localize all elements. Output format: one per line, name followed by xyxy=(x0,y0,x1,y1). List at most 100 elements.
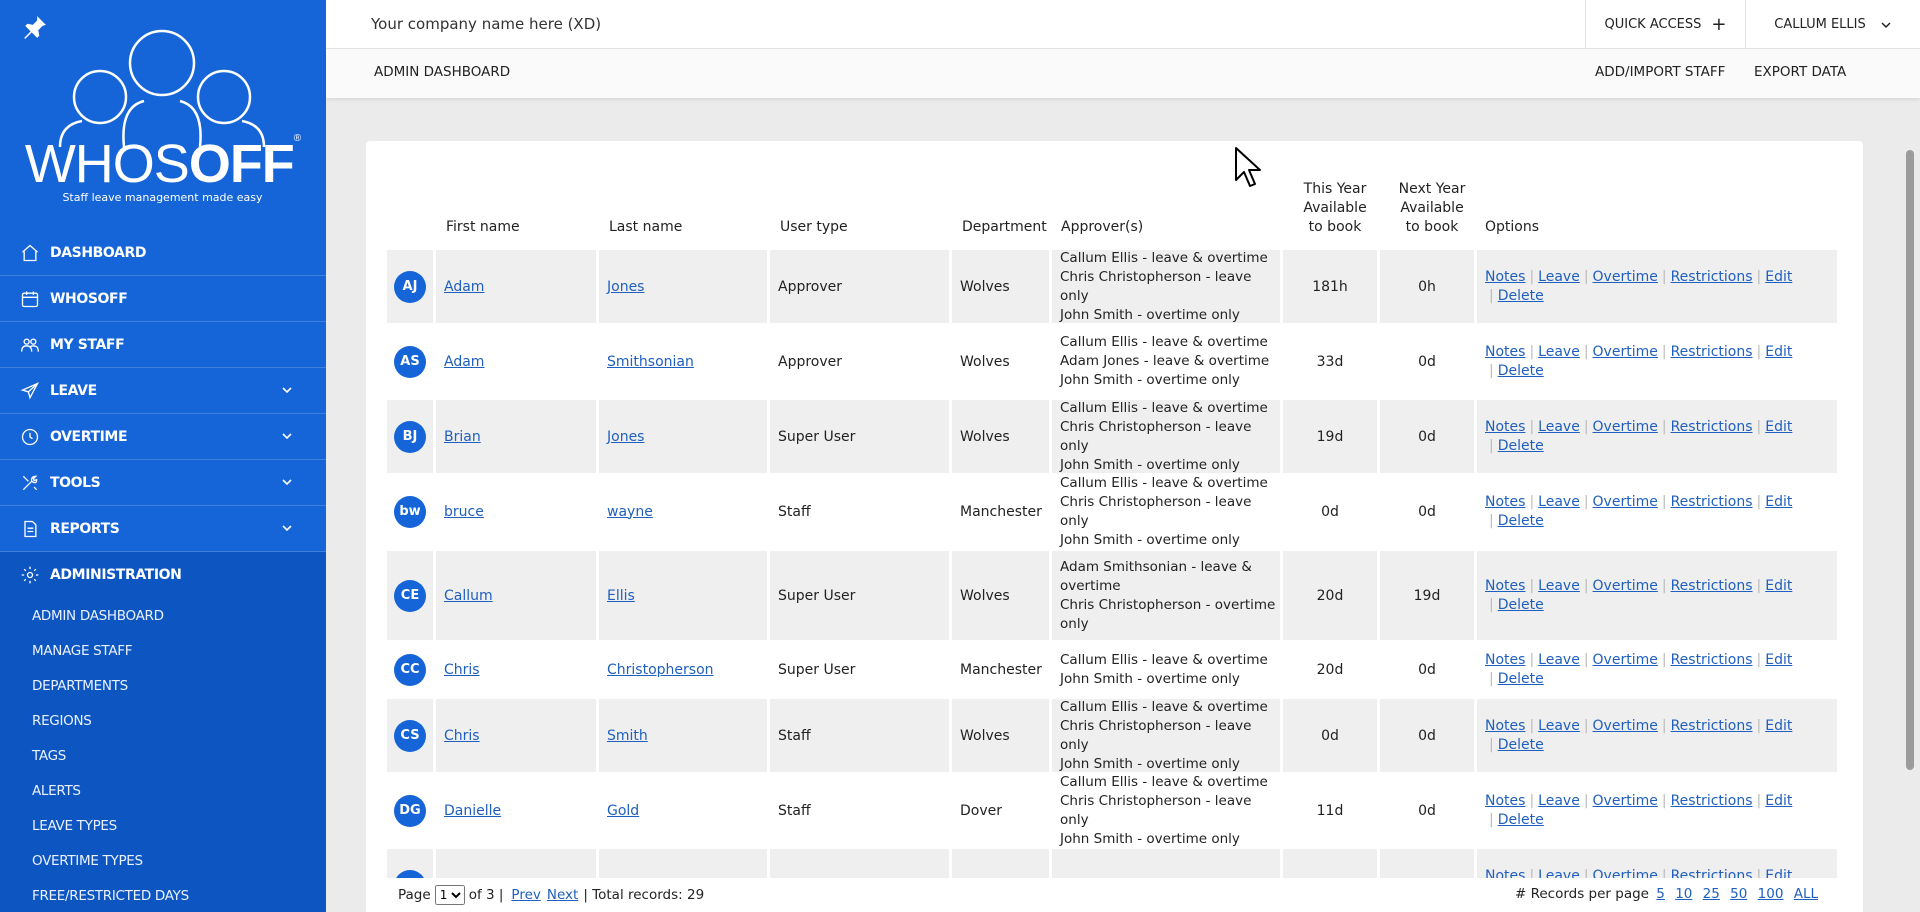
edit-link[interactable]: Edit xyxy=(1765,269,1792,285)
restrictions-link[interactable]: Restrictions xyxy=(1671,578,1753,594)
edit-link[interactable]: Edit xyxy=(1765,652,1792,668)
delete-link[interactable]: Delete xyxy=(1498,812,1544,828)
header-first-name[interactable]: First name xyxy=(446,218,520,237)
restrictions-link[interactable]: Restrictions xyxy=(1671,419,1753,435)
first-name-link[interactable]: Callum xyxy=(444,588,493,604)
first-name-link[interactable]: bruce xyxy=(444,504,484,520)
first-name-link[interactable]: Adam xyxy=(444,279,484,295)
last-name-link[interactable]: Gold xyxy=(607,803,639,819)
restrictions-link[interactable]: Restrictions xyxy=(1671,652,1753,668)
first-name-link[interactable]: Brian xyxy=(444,429,481,445)
nav-dashboard[interactable]: DASHBOARD xyxy=(0,230,326,276)
notes-link[interactable]: Notes xyxy=(1485,269,1525,285)
delete-link[interactable]: Delete xyxy=(1498,737,1544,753)
first-name-link[interactable]: Chris xyxy=(444,662,480,678)
last-name-link[interactable]: Smith xyxy=(607,728,648,744)
subnav-tags[interactable]: TAGS xyxy=(0,738,326,773)
edit-link[interactable]: Edit xyxy=(1765,419,1792,435)
notes-link[interactable]: Notes xyxy=(1485,652,1525,668)
subnav-manage-staff[interactable]: MANAGE STAFF xyxy=(0,633,326,668)
overtime-link[interactable]: Overtime xyxy=(1593,718,1658,734)
nav-overtime[interactable]: OVERTIME xyxy=(0,414,326,460)
header-last-name[interactable]: Last name xyxy=(609,218,682,237)
per-page-all[interactable]: ALL xyxy=(1794,886,1818,902)
header-user-type[interactable]: User type xyxy=(780,218,848,237)
nav-my-staff[interactable]: MY STAFF xyxy=(0,322,326,368)
leave-link[interactable]: Leave xyxy=(1538,494,1580,510)
add-import-staff-button[interactable]: ADD/IMPORT STAFF xyxy=(1595,64,1725,80)
delete-link[interactable]: Delete xyxy=(1498,438,1544,454)
edit-link[interactable]: Edit xyxy=(1765,344,1792,360)
per-page-50[interactable]: 50 xyxy=(1730,886,1747,902)
overtime-link[interactable]: Overtime xyxy=(1593,269,1658,285)
overtime-link[interactable]: Overtime xyxy=(1593,578,1658,594)
subnav-alerts[interactable]: ALERTS xyxy=(0,773,326,808)
notes-link[interactable]: Notes xyxy=(1485,578,1525,594)
subnav-free-restricted-days[interactable]: FREE/RESTRICTED DAYS xyxy=(0,878,326,912)
edit-link[interactable]: Edit xyxy=(1765,793,1792,809)
leave-link[interactable]: Leave xyxy=(1538,419,1580,435)
edit-link[interactable]: Edit xyxy=(1765,718,1792,734)
last-name-link[interactable]: Ellis xyxy=(607,588,635,604)
subnav-overtime-types[interactable]: OVERTIME TYPES xyxy=(0,843,326,878)
restrictions-link[interactable]: Restrictions xyxy=(1671,494,1753,510)
first-name-link[interactable]: Adam xyxy=(444,354,484,370)
overtime-link[interactable]: Overtime xyxy=(1593,652,1658,668)
header-department[interactable]: Department xyxy=(962,218,1047,237)
restrictions-link[interactable]: Restrictions xyxy=(1671,718,1753,734)
per-page-10[interactable]: 10 xyxy=(1675,886,1692,902)
leave-link[interactable]: Leave xyxy=(1538,344,1580,360)
restrictions-link[interactable]: Restrictions xyxy=(1671,344,1753,360)
leave-link[interactable]: Leave xyxy=(1538,269,1580,285)
notes-link[interactable]: Notes xyxy=(1485,419,1525,435)
overtime-link[interactable]: Overtime xyxy=(1593,344,1658,360)
next-link[interactable]: Next xyxy=(547,887,578,903)
subnav-admin-dashboard[interactable]: ADMIN DASHBOARD xyxy=(0,598,326,633)
approver-line: only xyxy=(1060,615,1089,632)
last-name-link[interactable]: Smithsonian xyxy=(607,354,694,370)
first-name-link[interactable]: Danielle xyxy=(444,803,501,819)
export-data-button[interactable]: EXPORT DATA xyxy=(1754,64,1846,80)
delete-link[interactable]: Delete xyxy=(1498,363,1544,379)
first-name-link[interactable]: Chris xyxy=(444,728,480,744)
subnav-departments[interactable]: DEPARTMENTS xyxy=(0,668,326,703)
subnav-leave-types[interactable]: LEAVE TYPES xyxy=(0,808,326,843)
edit-link[interactable]: Edit xyxy=(1765,494,1792,510)
last-name-link[interactable]: Christopherson xyxy=(607,662,714,678)
leave-link[interactable]: Leave xyxy=(1538,793,1580,809)
quick-access-button[interactable]: QUICK ACCESS + xyxy=(1585,0,1745,49)
nav-leave[interactable]: LEAVE xyxy=(0,368,326,414)
notes-link[interactable]: Notes xyxy=(1485,793,1525,809)
overtime-link[interactable]: Overtime xyxy=(1593,419,1658,435)
notes-link[interactable]: Notes xyxy=(1485,718,1525,734)
delete-link[interactable]: Delete xyxy=(1498,671,1544,687)
leave-link[interactable]: Leave xyxy=(1538,718,1580,734)
prev-link[interactable]: Prev xyxy=(511,887,540,903)
last-name-link[interactable]: Jones xyxy=(607,279,644,295)
user-menu[interactable]: CALLUM ELLIS xyxy=(1745,0,1920,49)
scrollbar[interactable] xyxy=(1906,150,1914,770)
leave-link[interactable]: Leave xyxy=(1538,578,1580,594)
per-page-100[interactable]: 100 xyxy=(1758,886,1784,902)
nav-reports[interactable]: REPORTS xyxy=(0,506,326,552)
nav-whosoff[interactable]: WHOSOFF xyxy=(0,276,326,322)
overtime-link[interactable]: Overtime xyxy=(1593,793,1658,809)
per-page-5[interactable]: 5 xyxy=(1656,886,1665,902)
delete-link[interactable]: Delete xyxy=(1498,513,1544,529)
overtime-link[interactable]: Overtime xyxy=(1593,494,1658,510)
last-name-link[interactable]: wayne xyxy=(607,504,653,520)
notes-link[interactable]: Notes xyxy=(1485,344,1525,360)
per-page-25[interactable]: 25 xyxy=(1703,886,1720,902)
notes-link[interactable]: Notes xyxy=(1485,494,1525,510)
restrictions-link[interactable]: Restrictions xyxy=(1671,793,1753,809)
last-name-link[interactable]: Jones xyxy=(607,429,644,445)
edit-link[interactable]: Edit xyxy=(1765,578,1792,594)
restrictions-link[interactable]: Restrictions xyxy=(1671,269,1753,285)
page-select[interactable]: 1 xyxy=(434,885,465,905)
delete-link[interactable]: Delete xyxy=(1498,288,1544,304)
nav-administration[interactable]: ADMINISTRATION xyxy=(0,552,326,598)
nav-tools[interactable]: TOOLS xyxy=(0,460,326,506)
leave-link[interactable]: Leave xyxy=(1538,652,1580,668)
delete-link[interactable]: Delete xyxy=(1498,597,1544,613)
subnav-regions[interactable]: REGIONS xyxy=(0,703,326,738)
